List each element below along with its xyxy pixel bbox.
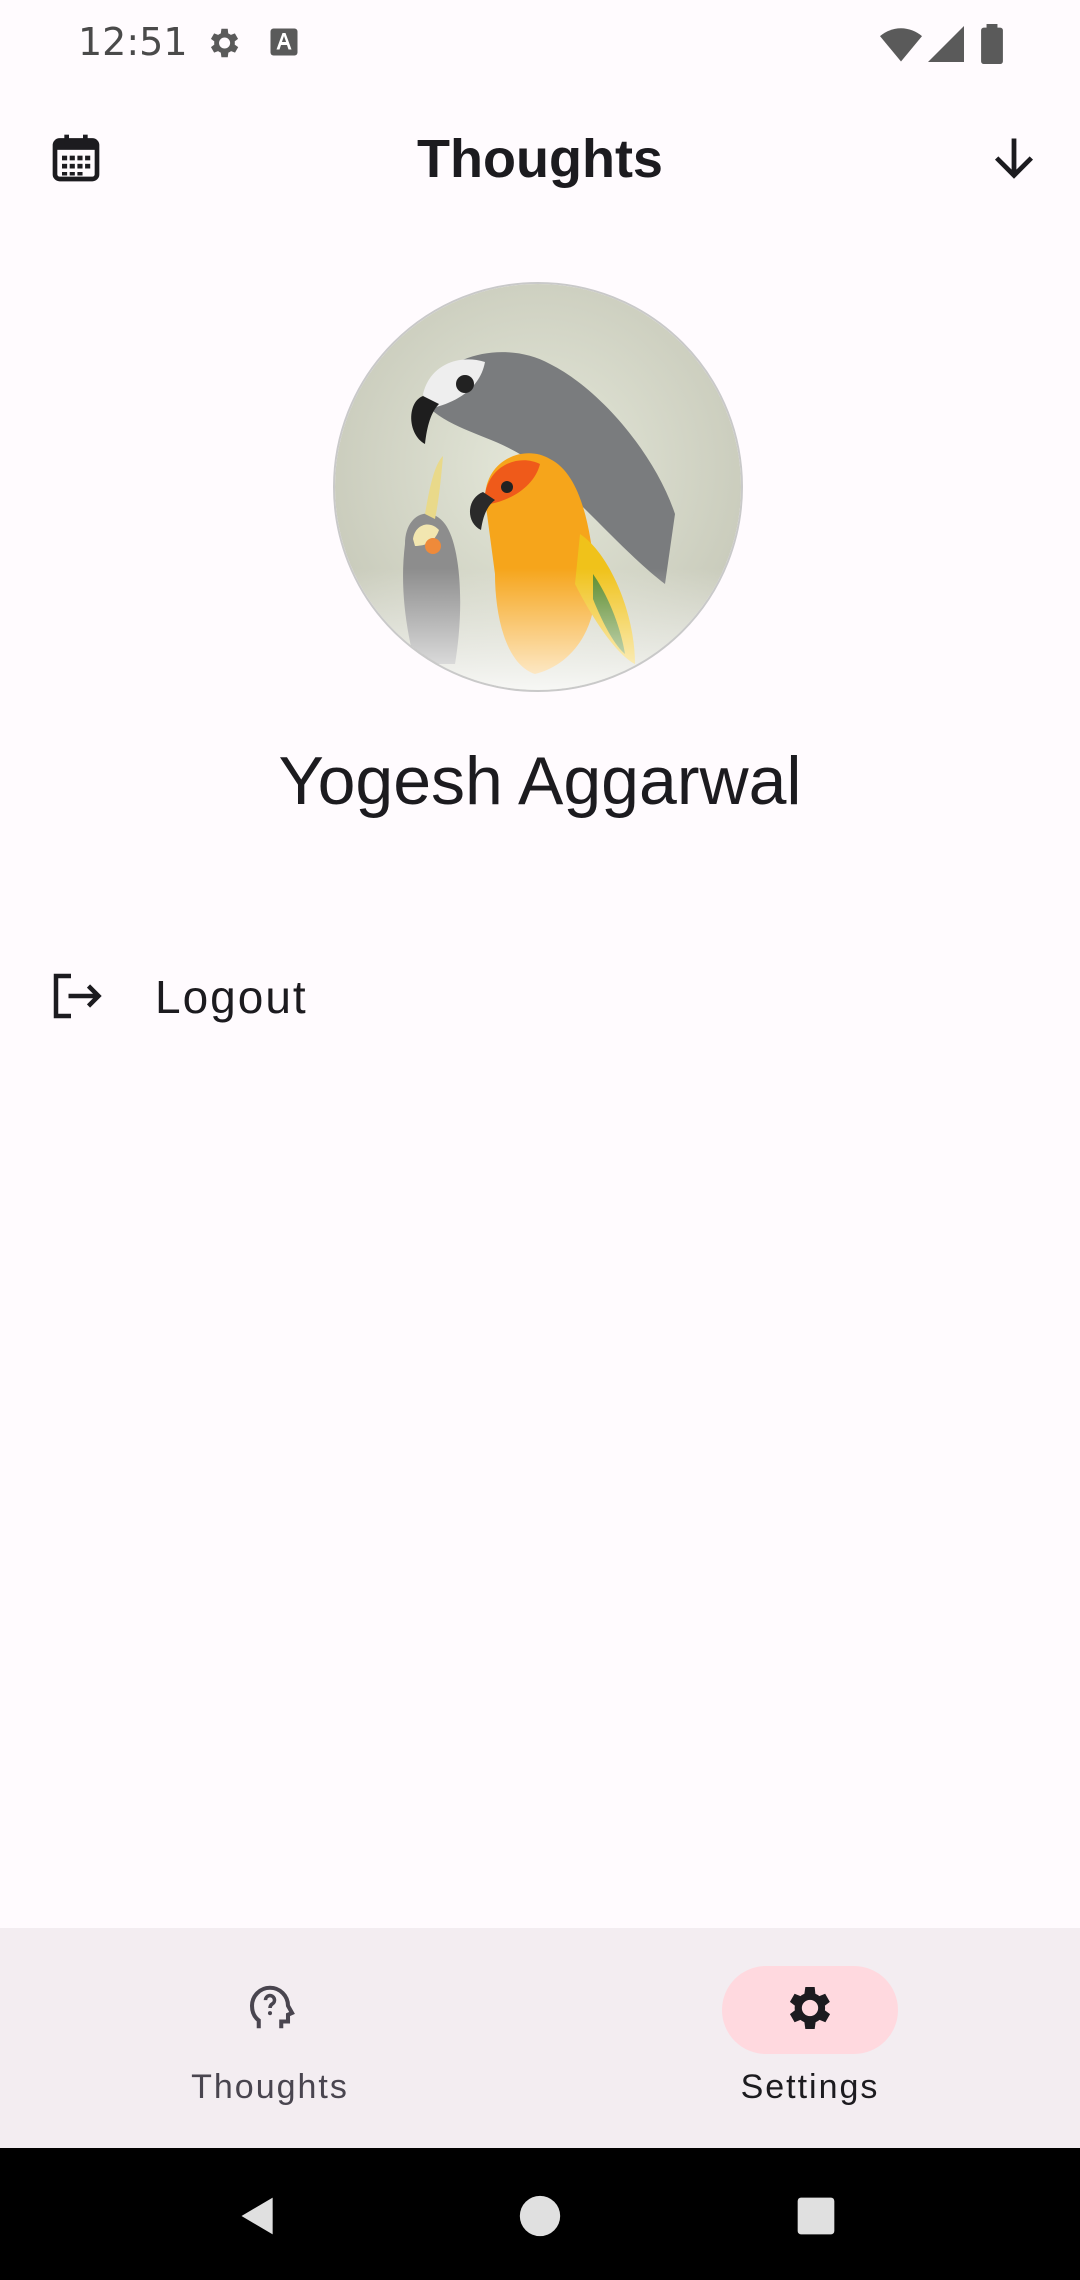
nav-item-thoughts[interactable]: Thoughts [0, 1928, 540, 2148]
system-navigation-bar [0, 2148, 1080, 2280]
recents-icon[interactable] [796, 2196, 836, 2241]
nav-pill-thoughts [182, 1966, 358, 2054]
profile-avatar [333, 282, 743, 692]
logout-icon [46, 966, 106, 1031]
cellular-icon [928, 24, 964, 69]
nav-item-settings[interactable]: Settings [540, 1928, 1080, 2148]
keyboard-a-icon [266, 24, 302, 65]
page-title: Thoughts [417, 129, 663, 189]
arrow-down-icon [988, 132, 1040, 189]
nav-label-thoughts: Thoughts [191, 2068, 349, 2106]
wifi-icon [880, 24, 922, 69]
status-time: 12:51 [78, 20, 188, 64]
user-name: Yogesh Aggarwal [278, 743, 802, 819]
logout-menu-item[interactable]: Logout [0, 940, 1080, 1056]
gear-icon [782, 1980, 838, 2041]
status-bar: 12:51 [0, 0, 1080, 88]
settings-icon [204, 24, 242, 67]
nav-pill-settings [722, 1966, 898, 2054]
app-bar: Thoughts [0, 110, 1080, 210]
download-button[interactable] [966, 112, 1062, 208]
back-icon[interactable] [236, 2194, 280, 2243]
nav-label-settings: Settings [740, 2068, 880, 2106]
head-question-icon [243, 1981, 297, 2040]
logout-label: Logout [155, 971, 308, 1023]
bottom-navigation: Thoughts Settings [0, 1928, 1080, 2148]
battery-icon [980, 24, 1004, 69]
parrots-avatar [335, 284, 741, 690]
home-icon[interactable] [518, 2194, 562, 2243]
